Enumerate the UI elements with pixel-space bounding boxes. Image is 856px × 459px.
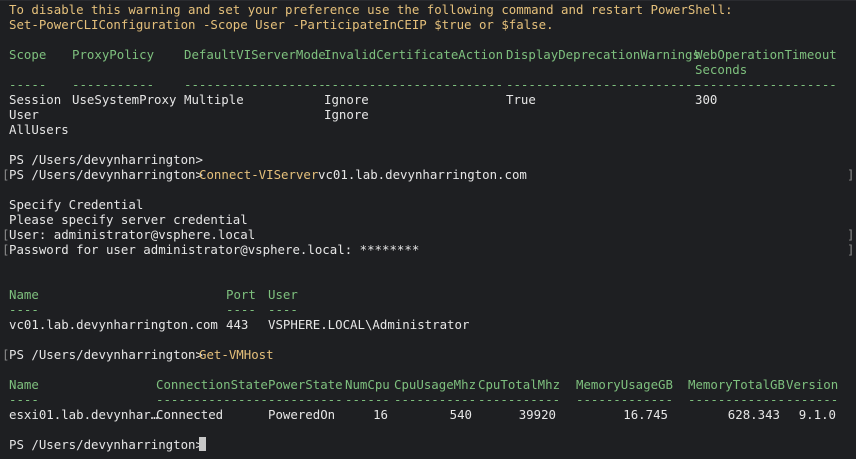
server-row-port: 443 <box>226 317 249 332</box>
host-dash-version: ------- <box>786 392 839 407</box>
host-row-cpuusagemhz: 540 <box>449 407 472 422</box>
host-header-powerstate: PowerState <box>268 377 343 392</box>
host-row-name: esxi01.lab.devynhar… <box>9 407 159 422</box>
col-header-seconds: Seconds <box>695 62 748 77</box>
col-header-proxypolicy: ProxyPolicy <box>72 47 155 62</box>
server-row-user: VSPHERE.LOCAL\Administrator <box>268 317 470 332</box>
row-allusers-scope: AllUsers <box>9 122 69 137</box>
host-dash-memusage: ------------- <box>576 392 673 407</box>
host-header-version: Version <box>786 377 839 392</box>
host-row-numcpu: 16 <box>373 407 388 422</box>
server-header-port: Port <box>226 287 256 302</box>
row-session-webop: 300 <box>695 92 718 107</box>
server-dash-user: ---- <box>268 302 298 317</box>
connect-viserver-command: Connect-VIServer <box>199 167 319 182</box>
host-header-connectionstate: ConnectionState <box>156 377 268 392</box>
terminal-window[interactable]: To disable this warning and set your pre… <box>0 0 856 459</box>
prompt-line-2: PS /Users/devynharrington> <box>9 167 203 182</box>
row-session-dep: True <box>506 92 536 107</box>
credential-password: Password for user administrator@vsphere.… <box>9 242 420 257</box>
credential-user: User: administrator@vsphere.local <box>9 227 256 242</box>
dash-cert: ------------------------ <box>324 77 504 92</box>
credential-subtitle: Please specify server credential <box>9 212 248 227</box>
server-header-name: Name <box>9 287 39 302</box>
host-row-memoryusagegb: 16.745 <box>623 407 668 422</box>
host-header-numcpu: NumCpu <box>345 377 390 392</box>
prompt-line-1: PS /Users/devynharrington> <box>9 152 203 167</box>
row-session-mode: Multiple <box>184 92 244 107</box>
text-cursor[interactable] <box>199 437 206 451</box>
row-session-proxy: UseSystemProxy <box>72 92 177 107</box>
host-dash-cputotal: ----------- <box>478 392 561 407</box>
warning-line-2: Set-PowerCLIConfiguration -Scope User -P… <box>9 17 554 32</box>
row-session-scope: Session <box>9 92 62 107</box>
dash-dep: -------------------------- <box>506 77 700 92</box>
server-row-name: vc01.lab.devynharrington.com <box>9 317 218 332</box>
host-dash-memtotal: ------------- <box>688 392 785 407</box>
host-dash-power: ---------- <box>268 392 343 407</box>
host-header-cpuusagemhz: CpuUsageMhz <box>394 377 477 392</box>
host-dash-name: ---- <box>9 392 39 407</box>
host-dash-cpuusage: ----------- <box>394 392 477 407</box>
row-session-cert: Ignore <box>324 92 369 107</box>
host-header-memorytotalgb: MemoryTotalGB <box>688 377 785 392</box>
host-row-version: 9.1.0 <box>798 407 836 422</box>
row-user-cert: Ignore <box>324 107 369 122</box>
host-header-name: Name <box>9 377 39 392</box>
terminal-top-edge <box>0 0 856 1</box>
dash-proxypolicy: ----------- <box>72 77 155 92</box>
prompt-line-3: PS /Users/devynharrington> <box>9 347 203 362</box>
bracket-close-1: ] <box>847 167 855 182</box>
col-header-scope: Scope <box>9 47 47 62</box>
host-row-memorytotalgb: 628.343 <box>727 407 780 422</box>
row-user-scope: User <box>9 107 39 122</box>
col-header-defaultviservermode: DefaultVIServerMode <box>184 47 326 62</box>
col-header-invalidcertificateaction: InvalidCertificateAction <box>324 47 504 62</box>
host-dash-conn: --------------- <box>156 392 268 407</box>
server-dash-port: ---- <box>226 302 256 317</box>
connect-viserver-args: vc01.lab.devynharrington.com <box>318 167 527 182</box>
credential-title: Specify Credential <box>9 197 144 212</box>
col-header-displaydeprecationwarnings: DisplayDeprecationWarnings <box>506 47 700 62</box>
col-header-weboperationtimeout: WebOperationTimeout <box>695 47 837 62</box>
prompt-line-4: PS /Users/devynharrington> <box>9 437 203 452</box>
host-header-cputotalmhz: CpuTotalMhz <box>478 377 561 392</box>
host-row-powerstate: PoweredOn <box>268 407 336 422</box>
server-header-user: User <box>268 287 298 302</box>
bracket-close-2: ] <box>847 227 855 242</box>
bracket-close-3: ] <box>847 242 855 257</box>
dash-scope: ----- <box>9 77 47 92</box>
get-vmhost-command: Get-VMHost <box>199 347 274 362</box>
server-dash-name: ---- <box>9 302 39 317</box>
dash-webop: ------------------- <box>695 77 837 92</box>
host-dash-numcpu: ------ <box>345 392 390 407</box>
host-row-cputotalmhz: 39920 <box>518 407 556 422</box>
host-header-memoryusagegb: MemoryUsageGB <box>576 377 673 392</box>
warning-line-1: To disable this warning and set your pre… <box>9 2 733 17</box>
dash-mode: ------------------- <box>184 77 326 92</box>
host-row-connectionstate: Connected <box>156 407 224 422</box>
